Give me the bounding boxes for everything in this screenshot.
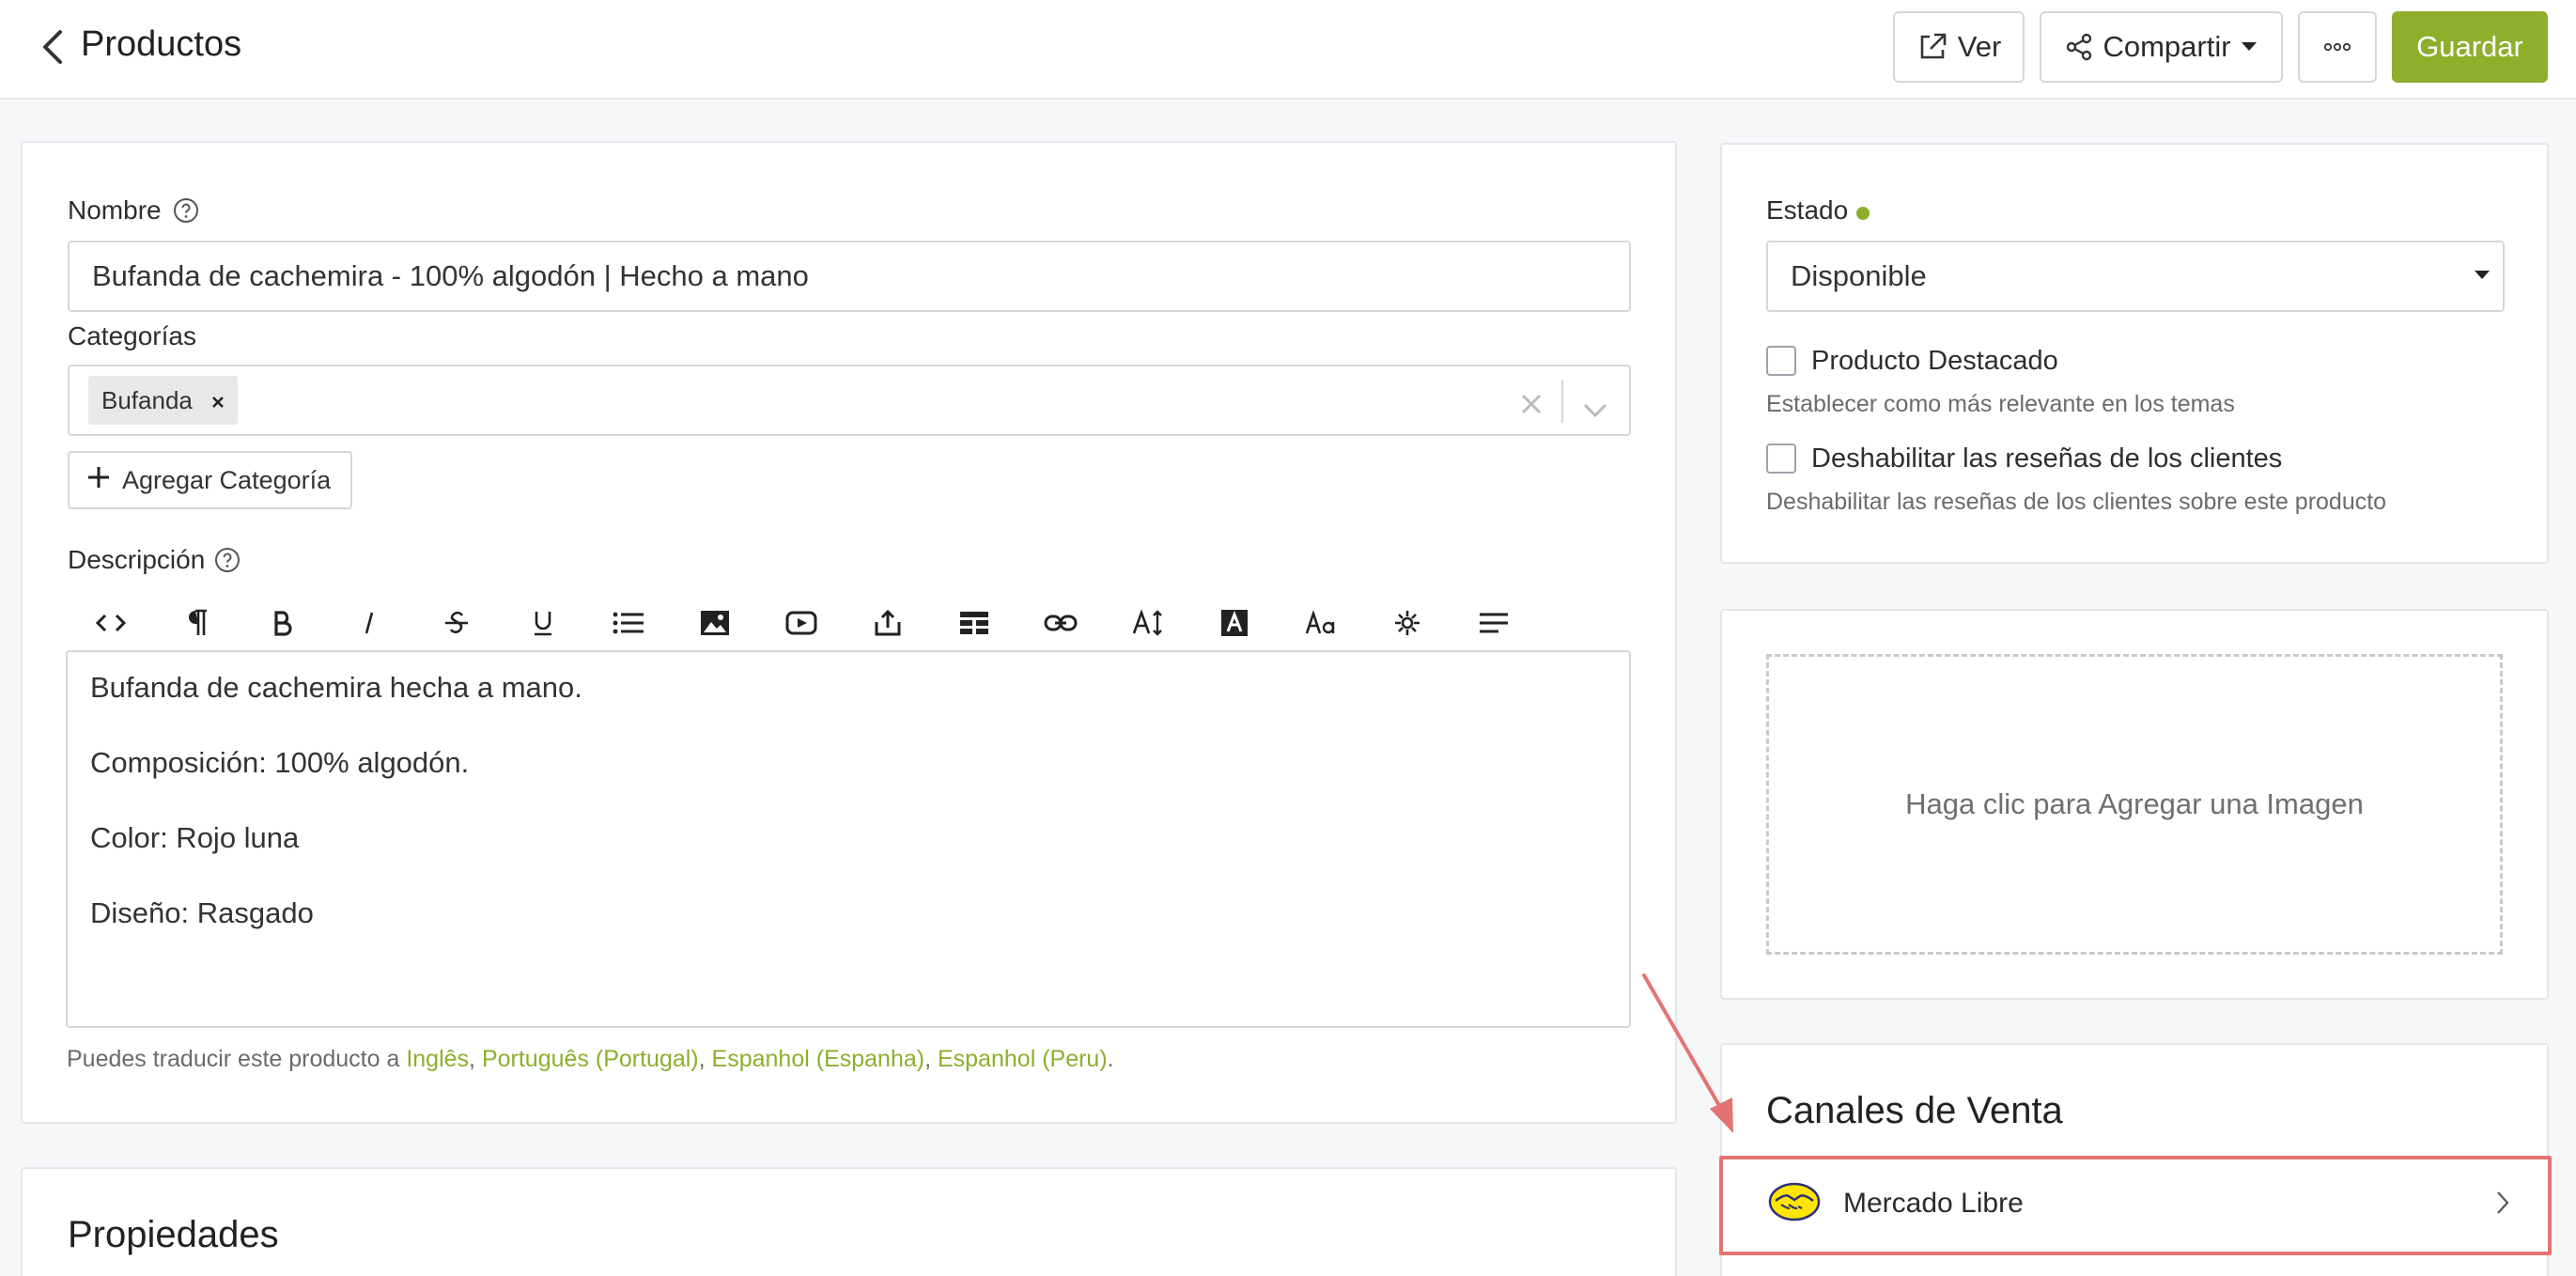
disable-reviews-hint: Deshabilitar las reseñas de los clientes… bbox=[1766, 489, 2387, 515]
font-size-icon[interactable] bbox=[1129, 604, 1167, 642]
translate-link-english[interactable]: Inglês bbox=[406, 1046, 469, 1072]
image-dropzone-label: Haga clic para Agregar una Imagen bbox=[1905, 787, 2364, 820]
paragraph-icon[interactable] bbox=[178, 604, 216, 642]
external-link-icon bbox=[1916, 31, 1948, 63]
page-title: Productos bbox=[81, 24, 242, 64]
more-options-button[interactable] bbox=[2298, 11, 2377, 83]
link-icon[interactable] bbox=[1042, 604, 1079, 642]
sales-channels-title: Canales de Venta bbox=[1766, 1090, 2063, 1131]
translate-link-portuguese[interactable]: Português (Portugal) bbox=[482, 1046, 699, 1072]
align-icon[interactable] bbox=[1475, 604, 1513, 642]
sales-channels-card: Canales de Venta Mercado Libre bbox=[1719, 1043, 2552, 1276]
italic-icon[interactable] bbox=[350, 604, 388, 642]
status-label: Estado bbox=[1766, 195, 1849, 225]
add-category-button[interactable]: Agregar Categoría bbox=[68, 451, 352, 509]
name-label: Nombre bbox=[68, 195, 162, 225]
translate-link-spain[interactable]: Espanhol (Espanha) bbox=[712, 1046, 925, 1072]
caret-down-icon bbox=[2241, 41, 2258, 53]
featured-label: Producto Destacado bbox=[1811, 346, 2058, 376]
mercado-libre-logo-icon bbox=[1768, 1182, 1821, 1226]
strikethrough-icon[interactable] bbox=[438, 604, 475, 642]
properties-card: Propiedades bbox=[21, 1167, 1677, 1276]
disable-reviews-label: Deshabilitar las reseñas de los clientes bbox=[1811, 443, 2283, 474]
category-tag-label: Bufanda bbox=[101, 385, 193, 414]
description-label: Descripción bbox=[68, 545, 206, 574]
featured-checkbox[interactable] bbox=[1766, 346, 1796, 376]
image-icon[interactable] bbox=[696, 604, 734, 642]
special-chars-icon[interactable] bbox=[1389, 604, 1426, 642]
share-button[interactable]: Compartir bbox=[2040, 11, 2283, 83]
image-dropzone[interactable]: Haga clic para Agregar una Imagen bbox=[1766, 654, 2503, 955]
description-line: Color: Rojo luna bbox=[90, 821, 300, 854]
upload-icon[interactable] bbox=[869, 604, 907, 642]
status-indicator bbox=[1856, 207, 1870, 220]
code-icon[interactable] bbox=[92, 604, 130, 642]
properties-title: Propiedades bbox=[68, 1214, 279, 1255]
back-arrow-icon[interactable] bbox=[36, 26, 73, 68]
view-button[interactable]: Ver bbox=[1893, 11, 2025, 83]
translate-link-peru[interactable]: Espanhol (Peru) bbox=[938, 1046, 1108, 1072]
categories-select[interactable]: Bufanda bbox=[68, 365, 1631, 436]
save-button[interactable]: Guardar bbox=[2392, 11, 2548, 83]
status-select[interactable]: Disponible bbox=[1766, 241, 2505, 312]
view-button-label: Ver bbox=[1957, 30, 2002, 63]
top-bar: Productos Ver Compartir Guardar bbox=[0, 0, 2576, 100]
font-color-icon[interactable] bbox=[1216, 604, 1253, 642]
channel-label: Mercado Libre bbox=[1843, 1188, 2024, 1219]
clear-icon[interactable] bbox=[1520, 389, 1543, 423]
name-input[interactable]: Bufanda de cachemira - 100% algodón | He… bbox=[68, 241, 1631, 312]
featured-hint: Establecer como más relevante en los tem… bbox=[1766, 391, 2235, 417]
description-line: Composición: 100% algodón. bbox=[90, 746, 470, 779]
status-value: Disponible bbox=[1791, 259, 1927, 292]
chevron-down-icon[interactable] bbox=[1582, 393, 1608, 427]
help-icon[interactable] bbox=[173, 197, 199, 228]
image-card: Haga clic para Agregar una Imagen bbox=[1720, 609, 2549, 1000]
help-icon[interactable] bbox=[214, 547, 241, 578]
underline-icon[interactable] bbox=[524, 604, 562, 642]
description-line: Bufanda de cachemira hecha a mano. bbox=[90, 671, 582, 704]
bold-icon[interactable] bbox=[264, 604, 302, 642]
ellipsis-icon bbox=[2323, 42, 2351, 52]
disable-reviews-checkbox[interactable] bbox=[1766, 443, 1796, 474]
annotation-arrow bbox=[1635, 968, 1747, 1142]
remove-tag-icon[interactable] bbox=[211, 386, 225, 415]
chevron-right-icon bbox=[2495, 1190, 2510, 1221]
channel-row-mercado-libre[interactable]: Mercado Libre bbox=[1719, 1156, 2552, 1255]
share-button-label: Compartir bbox=[2103, 30, 2231, 63]
categories-label: Categorías bbox=[68, 321, 196, 350]
divider bbox=[1561, 380, 1563, 423]
category-tag: Bufanda bbox=[88, 376, 238, 425]
description-editor[interactable]: Bufanda de cachemira hecha a mano. Compo… bbox=[66, 650, 1631, 1028]
share-icon bbox=[2065, 33, 2093, 61]
table-icon[interactable] bbox=[955, 604, 993, 642]
translation-note: Puedes traducir este producto a Inglês, … bbox=[67, 1046, 1114, 1072]
video-icon[interactable] bbox=[783, 604, 820, 642]
caret-down-icon bbox=[2475, 271, 2490, 279]
status-card: Estado Disponible Producto Destacado Est… bbox=[1720, 143, 2549, 564]
plus-icon bbox=[86, 465, 111, 496]
add-category-label: Agregar Categoría bbox=[122, 465, 332, 494]
translation-prefix: Puedes traducir este producto a bbox=[67, 1046, 407, 1072]
description-line: Diseño: Rasgado bbox=[90, 896, 314, 929]
list-icon[interactable] bbox=[610, 604, 647, 642]
text-case-icon[interactable] bbox=[1302, 604, 1340, 642]
